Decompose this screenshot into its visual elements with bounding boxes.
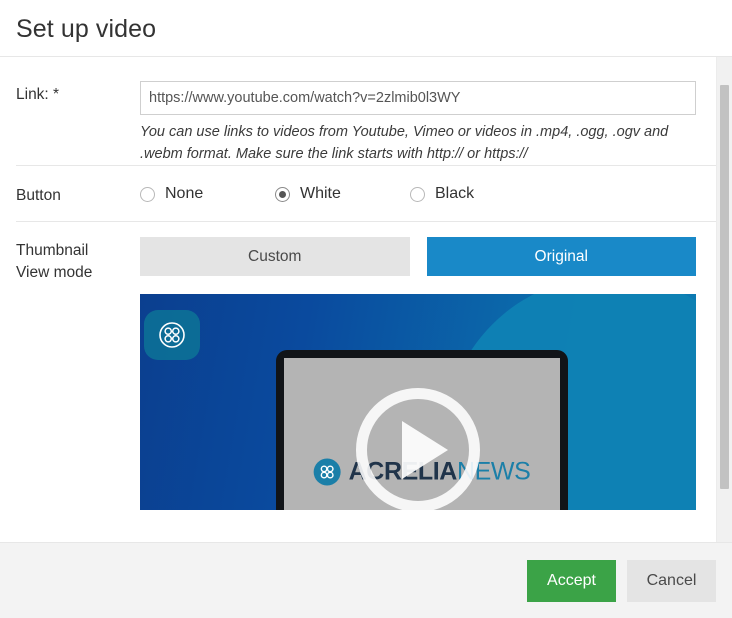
scrollbar-thumb[interactable]: [720, 85, 729, 489]
link-help-text: You can use links to videos from Youtube…: [140, 124, 669, 162]
radio-label-none: None: [165, 185, 204, 202]
dialog-header: Set up video: [0, 0, 732, 57]
play-triangle-icon: [402, 421, 448, 479]
tab-original[interactable]: Original: [426, 237, 696, 276]
form-content: Link: * You can use links to videos from…: [0, 57, 716, 510]
radio-option-black[interactable]: Black: [410, 184, 545, 204]
radio-circle-white: [275, 186, 290, 202]
button-row: Button None White Black: [0, 166, 716, 221]
video-thumbnail-preview[interactable]: ACRELIANEWS: [140, 294, 696, 510]
radio-label-black: Black: [435, 185, 475, 202]
thumbnail-label-line2: View mode: [16, 264, 93, 281]
radio-circle-none: [140, 186, 155, 202]
preview-canvas: ACRELIANEWS: [140, 294, 696, 510]
thumbnail-row: Thumbnail View mode Custom Original ACRE…: [0, 222, 716, 510]
accept-button[interactable]: Accept: [527, 559, 616, 602]
button-label: Button: [16, 187, 61, 204]
link-field-group: You can use links to videos from Youtube…: [140, 81, 700, 165]
button-radio-group: None White Black: [140, 184, 700, 204]
radio-option-white[interactable]: White: [275, 184, 410, 204]
acrelia-mark-icon: [313, 458, 341, 486]
link-row: Link: * You can use links to videos from…: [0, 57, 716, 165]
link-label: Link: *: [16, 86, 60, 103]
play-button-icon[interactable]: [356, 388, 480, 510]
radio-circle-black: [410, 186, 425, 202]
thumbnail-label: Thumbnail View mode: [16, 237, 140, 284]
tab-custom[interactable]: Custom: [140, 237, 410, 276]
dialog-body: Link: * You can use links to videos from…: [0, 57, 732, 542]
page-title: Set up video: [16, 15, 157, 43]
thumbnail-label-line1: Thumbnail: [16, 242, 89, 259]
set-up-video-dialog: Set up video Link: * You can use links t…: [0, 0, 732, 618]
radio-option-none[interactable]: None: [140, 184, 275, 204]
dialog-footer: Accept Cancel: [0, 542, 732, 618]
video-link-input[interactable]: [140, 81, 696, 115]
acrelia-logo-icon: [144, 310, 200, 360]
view-mode-tabs: Custom Original: [140, 237, 696, 276]
radio-label-white: White: [300, 185, 341, 202]
cancel-button[interactable]: Cancel: [627, 559, 716, 602]
thumbnail-field-group: Custom Original ACRELIANEWS: [140, 237, 700, 510]
vertical-scrollbar[interactable]: [716, 57, 732, 542]
button-field-group: None White Black: [140, 184, 700, 204]
